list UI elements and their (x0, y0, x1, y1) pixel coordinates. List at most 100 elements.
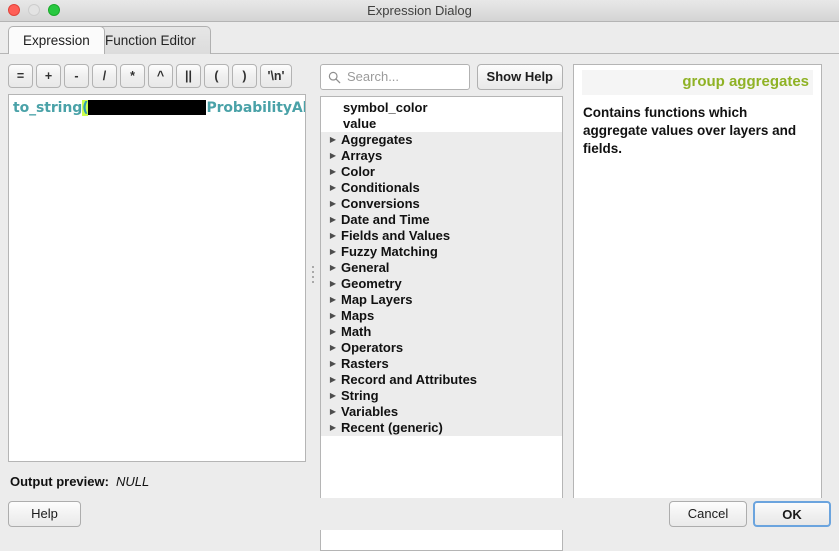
tree-item-label: Aggregates (341, 132, 413, 147)
function-tree[interactable]: symbol_color value ▶ Aggregates ▶ Arrays… (320, 96, 563, 551)
chevron-right-icon[interactable]: ▶ (325, 340, 341, 356)
operator-button-concat[interactable]: || (176, 64, 201, 88)
tree-item-label: Rasters (341, 356, 389, 371)
tree-item-label: Arrays (341, 148, 383, 163)
tree-group-rasters[interactable]: ▶ Rasters (321, 356, 562, 372)
chevron-right-icon[interactable]: ▶ (325, 356, 341, 372)
chevron-right-icon[interactable]: ▶ (325, 276, 341, 292)
tree-item-label: Math (341, 324, 372, 339)
tree-group-general[interactable]: ▶ General (321, 260, 562, 276)
tree-group-geometry[interactable]: ▶ Geometry (321, 276, 562, 292)
operator-button-divide[interactable]: / (92, 64, 117, 88)
chevron-right-icon[interactable]: ▶ (325, 132, 341, 148)
chevron-right-icon[interactable]: ▶ (325, 308, 341, 324)
splitter-grip-icon (312, 266, 315, 288)
tree-group-recent-generic[interactable]: ▶ Recent (generic) (321, 420, 562, 436)
help-button[interactable]: Help (8, 501, 81, 527)
help-panel: group aggregates Contains functions whic… (573, 64, 822, 511)
tree-group-maps[interactable]: ▶ Maps (321, 308, 562, 324)
chevron-right-icon[interactable]: ▶ (325, 196, 341, 212)
chevron-right-icon[interactable]: ▶ (325, 148, 341, 164)
chevron-right-icon[interactable]: ▶ (325, 292, 341, 308)
tree-item-label: String (341, 388, 379, 403)
tree-item-label: Recent (generic) (341, 420, 443, 435)
tree-item-label: Maps (341, 308, 375, 323)
tree-item-label: Conditionals (341, 180, 420, 195)
tree-group-fuzzy-matching[interactable]: ▶ Fuzzy Matching (321, 244, 562, 260)
search-input[interactable]: Search... (320, 64, 470, 90)
search-row: Search... Show Help (320, 64, 563, 90)
expression-text-line: to_string(ProbabilityAbove) (13, 99, 305, 117)
expression-text-area[interactable]: to_string(ProbabilityAbove) (8, 94, 306, 462)
tab-expression[interactable]: Expression (8, 26, 105, 54)
tree-group-record-and-attributes[interactable]: ▶ Record and Attributes (321, 372, 562, 388)
tree-item-label: symbol_color (343, 100, 428, 115)
tree-item-label: Variables (341, 404, 399, 419)
tree-item-label: Date and Time (341, 212, 430, 227)
tree-group-aggregates[interactable]: ▶ Aggregates (321, 132, 562, 148)
tree-item-label: General (341, 260, 390, 275)
operator-button-open-paren[interactable]: ( (204, 64, 229, 88)
operator-button-minus[interactable]: - (64, 64, 89, 88)
tree-group-string[interactable]: ▶ String (321, 388, 562, 404)
function-browser-column: Search... Show Help symbol_color value ▶… (320, 64, 563, 551)
chevron-right-icon[interactable]: ▶ (325, 372, 341, 388)
operator-button-power[interactable]: ^ (148, 64, 173, 88)
tree-item-label: Fuzzy Matching (341, 244, 438, 259)
operator-button-equals[interactable]: = (8, 64, 33, 88)
tree-group-conditionals[interactable]: ▶ Conditionals (321, 180, 562, 196)
expression-editor-column: = + - / * ^ || ( ) '\n' to_string(Probab… (8, 64, 306, 489)
search-icon (328, 71, 341, 84)
output-preview: Output preview: NULL (10, 474, 310, 489)
chevron-right-icon[interactable]: ▶ (325, 228, 341, 244)
operator-button-multiply[interactable]: * (120, 64, 145, 88)
ok-button[interactable]: OK (753, 501, 831, 527)
tree-item-label: Fields and Values (341, 228, 451, 243)
chevron-right-icon[interactable]: ▶ (325, 388, 341, 404)
operator-toolbar: = + - / * ^ || ( ) '\n' (8, 64, 306, 88)
tree-item-label: Color (341, 164, 375, 179)
operator-button-close-paren[interactable]: ) (232, 64, 257, 88)
tree-item-label: Map Layers (341, 292, 413, 307)
chevron-right-icon[interactable]: ▶ (325, 212, 341, 228)
tree-item-value[interactable]: value (321, 116, 562, 132)
chevron-right-icon[interactable]: ▶ (325, 260, 341, 276)
tree-item-label: Record and Attributes (341, 372, 478, 387)
chevron-right-icon[interactable]: ▶ (325, 164, 341, 180)
tree-group-date-and-time[interactable]: ▶ Date and Time (321, 212, 562, 228)
window-titlebar: Expression Dialog (0, 0, 839, 22)
expression-function-name: to_string (13, 100, 83, 116)
expression-tab-panel: = + - / * ^ || ( ) '\n' to_string(Probab… (0, 53, 839, 551)
chevron-right-icon[interactable]: ▶ (325, 420, 341, 436)
search-placeholder: Search... (347, 69, 400, 84)
tree-group-math[interactable]: ▶ Math (321, 324, 562, 340)
chevron-right-icon[interactable]: ▶ (325, 180, 341, 196)
expression-redacted-text (88, 100, 207, 115)
chevron-right-icon[interactable]: ▶ (325, 324, 341, 340)
tree-item-label: value (343, 116, 377, 131)
chevron-right-icon[interactable]: ▶ (325, 404, 341, 420)
tree-group-map-layers[interactable]: ▶ Map Layers (321, 292, 562, 308)
help-panel-title: group aggregates (582, 70, 813, 95)
expression-field-name: ProbabilityAbove (206, 100, 305, 116)
chevron-right-icon[interactable]: ▶ (325, 244, 341, 260)
tree-item-label: Conversions (341, 196, 420, 211)
tree-group-variables[interactable]: ▶ Variables (321, 404, 562, 420)
tree-group-color[interactable]: ▶ Color (321, 164, 562, 180)
cancel-button[interactable]: Cancel (669, 501, 747, 527)
dialog-button-bar: Help Cancel OK (0, 498, 839, 530)
help-panel-body: Contains functions which aggregate value… (583, 105, 797, 156)
tree-group-conversions[interactable]: ▶ Conversions (321, 196, 562, 212)
operator-button-plus[interactable]: + (36, 64, 61, 88)
tree-group-operators[interactable]: ▶ Operators (321, 340, 562, 356)
panel-splitter[interactable] (309, 64, 318, 489)
tab-function-editor[interactable]: Function Editor (90, 26, 211, 54)
tree-group-fields-and-values[interactable]: ▶ Fields and Values (321, 228, 562, 244)
tree-group-arrays[interactable]: ▶ Arrays (321, 148, 562, 164)
tree-item-label: Operators (341, 340, 404, 355)
window-title: Expression Dialog (367, 3, 472, 18)
tree-item-symbol-color[interactable]: symbol_color (321, 100, 562, 116)
output-preview-value: NULL (115, 474, 150, 489)
show-help-button[interactable]: Show Help (476, 64, 563, 90)
operator-button-newline[interactable]: '\n' (260, 64, 292, 88)
